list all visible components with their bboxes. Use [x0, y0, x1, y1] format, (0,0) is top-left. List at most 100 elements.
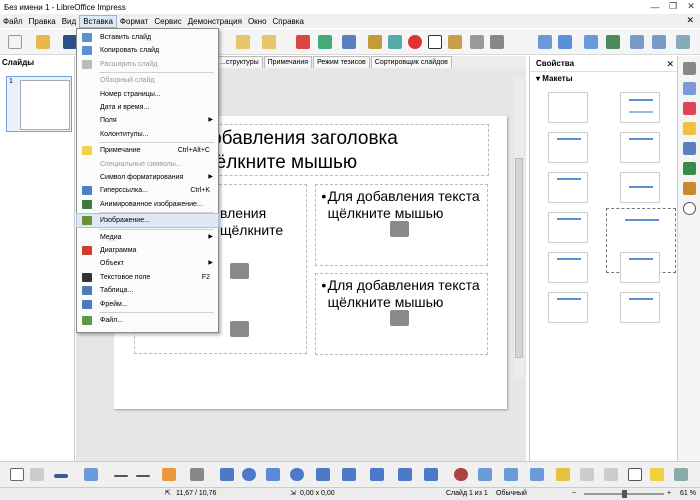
menu-slideshow[interactable]: Демонстрация [185, 15, 245, 28]
gallery-deck-icon[interactable] [683, 182, 696, 195]
callouts-icon[interactable] [370, 468, 384, 481]
insert-menu-item[interactable]: Вставить слайд [77, 31, 218, 44]
line-icon[interactable] [114, 475, 128, 477]
line-color-icon[interactable] [54, 474, 68, 478]
ellipse-icon[interactable] [242, 468, 256, 481]
filter-icon[interactable] [604, 468, 618, 481]
styles-deck-icon[interactable] [683, 162, 696, 175]
tab-outline[interactable]: ...структуры [216, 56, 263, 68]
tab-handout[interactable]: Режим тезисов [313, 56, 370, 68]
layout-two-content[interactable] [548, 212, 588, 243]
insert-chart-icon[interactable] [230, 263, 249, 280]
animation-deck-icon[interactable] [683, 122, 696, 135]
redo-icon[interactable] [262, 35, 276, 49]
menu-help[interactable]: Справка [270, 15, 307, 28]
layout-title-six[interactable] [620, 252, 660, 283]
menu-view[interactable]: Вид [59, 15, 79, 28]
menu-window[interactable]: Окно [245, 15, 270, 28]
insert-menu-item[interactable]: Медиа ▶ [77, 231, 218, 244]
image-icon[interactable] [368, 35, 382, 49]
menu-format[interactable]: Формат [117, 15, 151, 28]
new-slide-icon[interactable] [558, 35, 572, 49]
close-properties-icon[interactable]: ✕ [666, 59, 674, 70]
slideshow-icon[interactable] [584, 35, 598, 49]
zoom-level[interactable]: 61 % [680, 488, 696, 500]
layout-title-slide[interactable] [620, 92, 660, 123]
navigator-deck-icon[interactable] [683, 202, 696, 215]
basic-shapes-icon[interactable] [266, 468, 280, 481]
arrange-icon[interactable] [504, 468, 518, 481]
zoom-out-button[interactable]: − [572, 488, 576, 500]
scrollbar-thumb[interactable] [515, 158, 523, 358]
arrow-line-icon[interactable] [136, 475, 150, 477]
layout-blank[interactable] [548, 92, 588, 123]
minimize-button[interactable]: — [648, 1, 662, 12]
insert-menu-item[interactable]: Обзорный слайд [77, 74, 218, 87]
rotate-icon[interactable] [454, 468, 468, 481]
menu-edit[interactable]: Правка [26, 15, 59, 28]
spellcheck-icon[interactable] [318, 35, 332, 49]
insert-menu-item[interactable]: Таблица... [77, 284, 218, 297]
fill-color-icon[interactable] [84, 468, 98, 481]
find-replace-icon[interactable] [296, 35, 310, 49]
table-icon[interactable] [342, 35, 356, 49]
save-icon[interactable] [63, 35, 77, 49]
insert-menu-item[interactable]: Изображение... [76, 213, 219, 229]
curve-icon[interactable] [162, 468, 176, 481]
rectangle-icon[interactable] [220, 468, 234, 481]
text-icon[interactable] [190, 468, 204, 481]
points-icon[interactable] [628, 468, 642, 481]
align-icon[interactable] [478, 468, 492, 481]
insert-menu-item[interactable]: Объект ▶ [77, 257, 218, 270]
layout-title-content[interactable] [548, 132, 588, 163]
insert-table-icon[interactable] [390, 221, 409, 237]
3d-objects-icon[interactable] [424, 468, 438, 481]
start-presentation-icon[interactable] [606, 35, 620, 49]
insert-menu-item[interactable]: Специальные символы... [77, 158, 218, 171]
master-slide-icon[interactable] [652, 35, 666, 49]
right-bottom-content-placeholder[interactable]: • Для добавления текста щёлкните мышью [315, 273, 488, 355]
chart-icon[interactable] [388, 35, 402, 49]
tab-notes[interactable]: Примечания [263, 56, 313, 68]
hyperlink-icon[interactable] [490, 35, 504, 49]
insert-table-icon[interactable] [390, 310, 409, 326]
insert-menu-item[interactable]: Диаграмма [77, 244, 218, 257]
extrusion-icon[interactable] [674, 468, 688, 481]
close-window-button[interactable]: ✕ [684, 1, 698, 12]
slide-icon[interactable] [538, 35, 552, 49]
vertical-scrollbar[interactable] [514, 78, 524, 378]
glue-points-icon[interactable] [650, 468, 664, 481]
layout-title-only[interactable] [548, 172, 588, 203]
layout-title-grid[interactable] [548, 292, 588, 323]
symbol-shapes-icon[interactable] [290, 468, 304, 481]
display-views-icon[interactable] [676, 35, 690, 49]
undo-icon[interactable] [236, 35, 250, 49]
sidebar-menu-icon[interactable] [683, 62, 696, 75]
zoom-in-button[interactable]: + [667, 488, 671, 500]
insert-menu-item[interactable]: Файл... [77, 314, 218, 327]
stars-icon[interactable] [398, 468, 412, 481]
restore-button[interactable]: ❐ [666, 1, 680, 12]
menu-tools[interactable]: Сервис [151, 15, 184, 28]
crop-icon[interactable] [580, 468, 594, 481]
menu-insert[interactable]: Вставка [79, 14, 117, 28]
special-character-icon[interactable] [448, 35, 462, 49]
insert-menu-item[interactable]: Копировать слайд [77, 44, 218, 57]
select-arrow-icon[interactable] [10, 468, 24, 481]
insert-menu-item[interactable]: Текстовое поле F2 [77, 271, 218, 284]
layout-title-four[interactable] [548, 252, 588, 283]
tab-slide-sorter[interactable]: Сортировщик слайдов [370, 56, 452, 68]
insert-menu-item[interactable]: Дата и время... [77, 101, 218, 114]
layout-title-content-2[interactable] [620, 132, 660, 163]
insert-menu-item[interactable]: Примечание Ctrl+Alt+C [77, 144, 218, 157]
insert-menu-item[interactable]: Анимированное изображение... [77, 198, 218, 211]
zoom-icon[interactable] [30, 468, 44, 481]
slide-transition-deck-icon[interactable] [683, 142, 696, 155]
textbox-icon[interactable] [428, 35, 442, 49]
menu-file[interactable]: Файл [0, 15, 26, 28]
insert-menu-item[interactable]: Поля ▶ [77, 114, 218, 127]
open-folder-icon[interactable] [36, 35, 50, 49]
insert-menu-item[interactable]: Символ форматирования ▶ [77, 171, 218, 184]
insert-menu-item[interactable]: Номер страницы... [77, 88, 218, 101]
insert-menu-item[interactable]: Расширить слайд [77, 58, 218, 71]
